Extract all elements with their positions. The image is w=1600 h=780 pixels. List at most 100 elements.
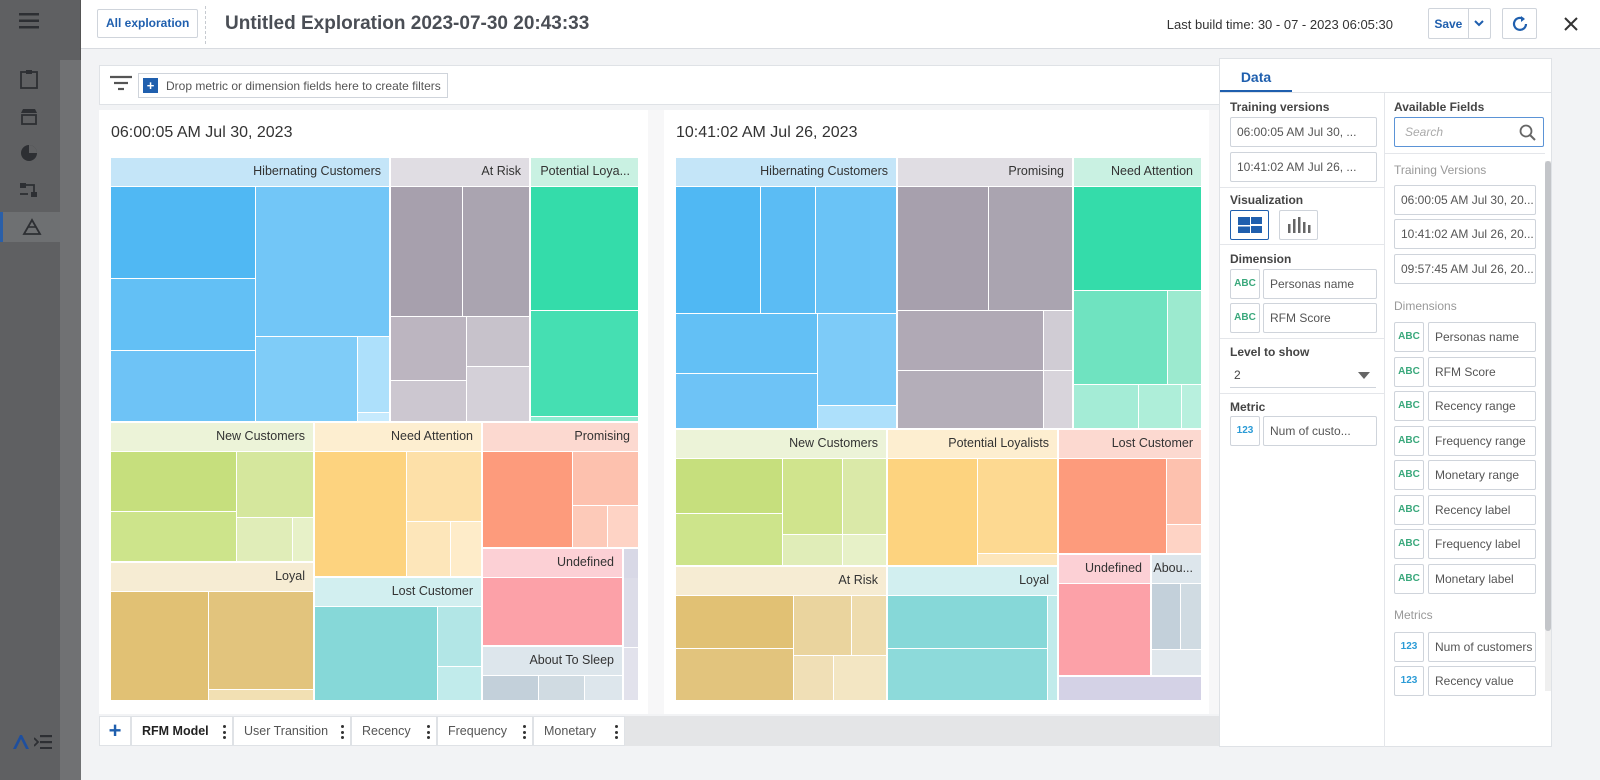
treemap-cell[interactable] [531,187,638,311]
treemap-cell[interactable] [794,656,834,700]
more-icon[interactable] [340,725,344,739]
treemap-cell[interactable] [852,596,886,656]
treemap-cell[interactable] [237,518,293,561]
treemap-cell[interactable] [888,649,1048,700]
available-dimension-chip[interactable]: Recency range [1428,391,1536,421]
treemap-cell[interactable] [315,452,407,576]
treemap-cell[interactable] [676,596,794,649]
training-version-chip[interactable]: 06:00:05 AM Jul 30, ... [1230,117,1377,147]
available-dimension-chip[interactable]: Monetary label [1428,564,1536,594]
menu-icon[interactable] [14,6,44,36]
group-lost-customer[interactable]: Lost Customer [1059,430,1203,555]
treemap-cell[interactable] [978,459,1057,554]
group-at-risk[interactable]: At Risk [391,158,531,423]
group-loyal[interactable]: Loyal [888,567,1059,702]
more-icon[interactable] [614,725,618,739]
treemap-cell[interactable] [888,459,978,565]
collapse-menu-icon[interactable] [28,727,58,757]
level-select[interactable]: 2 [1230,362,1376,388]
group-small[interactable] [1059,677,1203,702]
treemap-cell[interactable] [467,317,529,367]
available-dimension-chip[interactable]: RFM Score [1428,357,1536,387]
treemap-cell[interactable] [237,452,313,518]
save-dropdown[interactable] [1467,9,1490,38]
treemap-cell[interactable] [1167,459,1201,525]
group-hibernating-customers[interactable]: Hibernating Customers [676,158,898,430]
available-metric-chip[interactable]: Recency value [1428,666,1536,696]
available-dimension-chip[interactable]: Frequency label [1428,529,1536,559]
available-version-chip[interactable]: 06:00:05 AM Jul 30, 20... [1394,185,1536,215]
treemap-cell[interactable] [209,592,313,690]
treemap-cell[interactable] [438,607,481,667]
treemap-cell[interactable] [1044,311,1072,371]
treemap-cell[interactable] [483,578,622,645]
flow-icon[interactable] [14,175,44,205]
triangle-model-icon[interactable] [0,212,60,242]
all-exploration-button[interactable]: All exploration [97,9,199,38]
more-icon[interactable] [522,725,526,739]
available-dimension-chip[interactable]: Frequency range [1428,426,1536,456]
treemap-cell[interactable] [1048,596,1057,700]
treemap-cell[interactable] [676,187,761,314]
treemap-cell[interactable] [1059,459,1167,553]
available-version-chip[interactable]: 10:41:02 AM Jul 26, 20... [1394,219,1536,249]
treemap-cell[interactable] [1167,525,1201,553]
treemap-cell[interactable] [293,518,313,561]
more-icon[interactable] [426,725,430,739]
treemap-viz-button[interactable] [1230,210,1269,240]
group-potential-loyalists[interactable]: Potential Loya... [531,158,640,423]
store-icon[interactable] [14,101,44,131]
treemap-cell[interactable] [608,506,638,547]
treemap-cell[interactable] [676,314,818,374]
scrollbar-thumb[interactable] [1545,161,1551,631]
refresh-button[interactable] [1502,8,1537,39]
treemap-cell[interactable] [978,554,1057,565]
available-version-chip[interactable]: 09:57:45 AM Jul 26, 20... [1394,254,1536,284]
training-version-chip[interactable]: 10:41:02 AM Jul 26, ... [1230,152,1377,182]
available-dimension-chip[interactable]: Monetary range [1428,460,1536,490]
treemap-cell[interactable] [531,311,638,417]
treemap-cell[interactable] [573,506,608,547]
treemap-cell[interactable] [539,676,585,700]
group-promising[interactable]: Promising [898,158,1074,430]
treemap-cell[interactable] [1152,650,1201,675]
treemap-cell[interactable] [111,592,209,700]
treemap-cell[interactable] [818,314,896,406]
tab-monetary[interactable]: Monetary [533,716,625,746]
tab-data[interactable]: Data [1220,59,1292,92]
more-icon[interactable] [222,725,226,739]
treemap-cell[interactable] [843,459,886,535]
group-need-attention[interactable]: Need Attention [1074,158,1203,430]
treemap-cell[interactable] [676,374,818,428]
search-icon[interactable] [1519,124,1537,152]
treemap-cell[interactable] [391,317,467,381]
treemap-cell[interactable] [816,187,896,314]
treemap-cell[interactable] [624,648,638,700]
treemap-cell[interactable] [391,187,463,317]
group-lost-customer[interactable]: Lost Customer [315,578,483,702]
group-undefined[interactable]: Undefined [1059,555,1152,677]
group-hibernating-customers[interactable]: Hibernating Customers [111,158,391,423]
treemap-cell[interactable] [111,351,256,421]
treemap-cell[interactable] [761,187,816,314]
treemap-cell[interactable] [888,596,1048,649]
clipboard-icon[interactable] [14,64,44,94]
treemap-cell[interactable] [463,187,529,317]
treemap-cell[interactable] [111,512,237,561]
treemap-cell[interactable] [111,452,237,512]
treemap-cell[interactable] [1139,385,1182,428]
treemap-cell[interactable] [438,667,481,700]
save-label[interactable]: Save [1429,17,1468,31]
treemap-cell[interactable] [483,452,573,547]
group-small[interactable] [624,549,640,702]
treemap-cell[interactable] [467,367,529,421]
group-at-risk[interactable]: At Risk [676,567,888,702]
available-dimension-chip[interactable]: Personas name [1428,322,1536,352]
treemap-cell[interactable] [783,459,843,535]
treemap-cell[interactable] [315,607,438,700]
metric-chip[interactable]: Num of custo... [1263,416,1377,446]
available-metric-chip[interactable]: Num of customers [1428,632,1536,662]
group-new-customers[interactable]: New Customers [111,423,315,563]
treemap-cell[interactable] [898,371,1044,428]
treemap-cell[interactable] [111,279,256,351]
